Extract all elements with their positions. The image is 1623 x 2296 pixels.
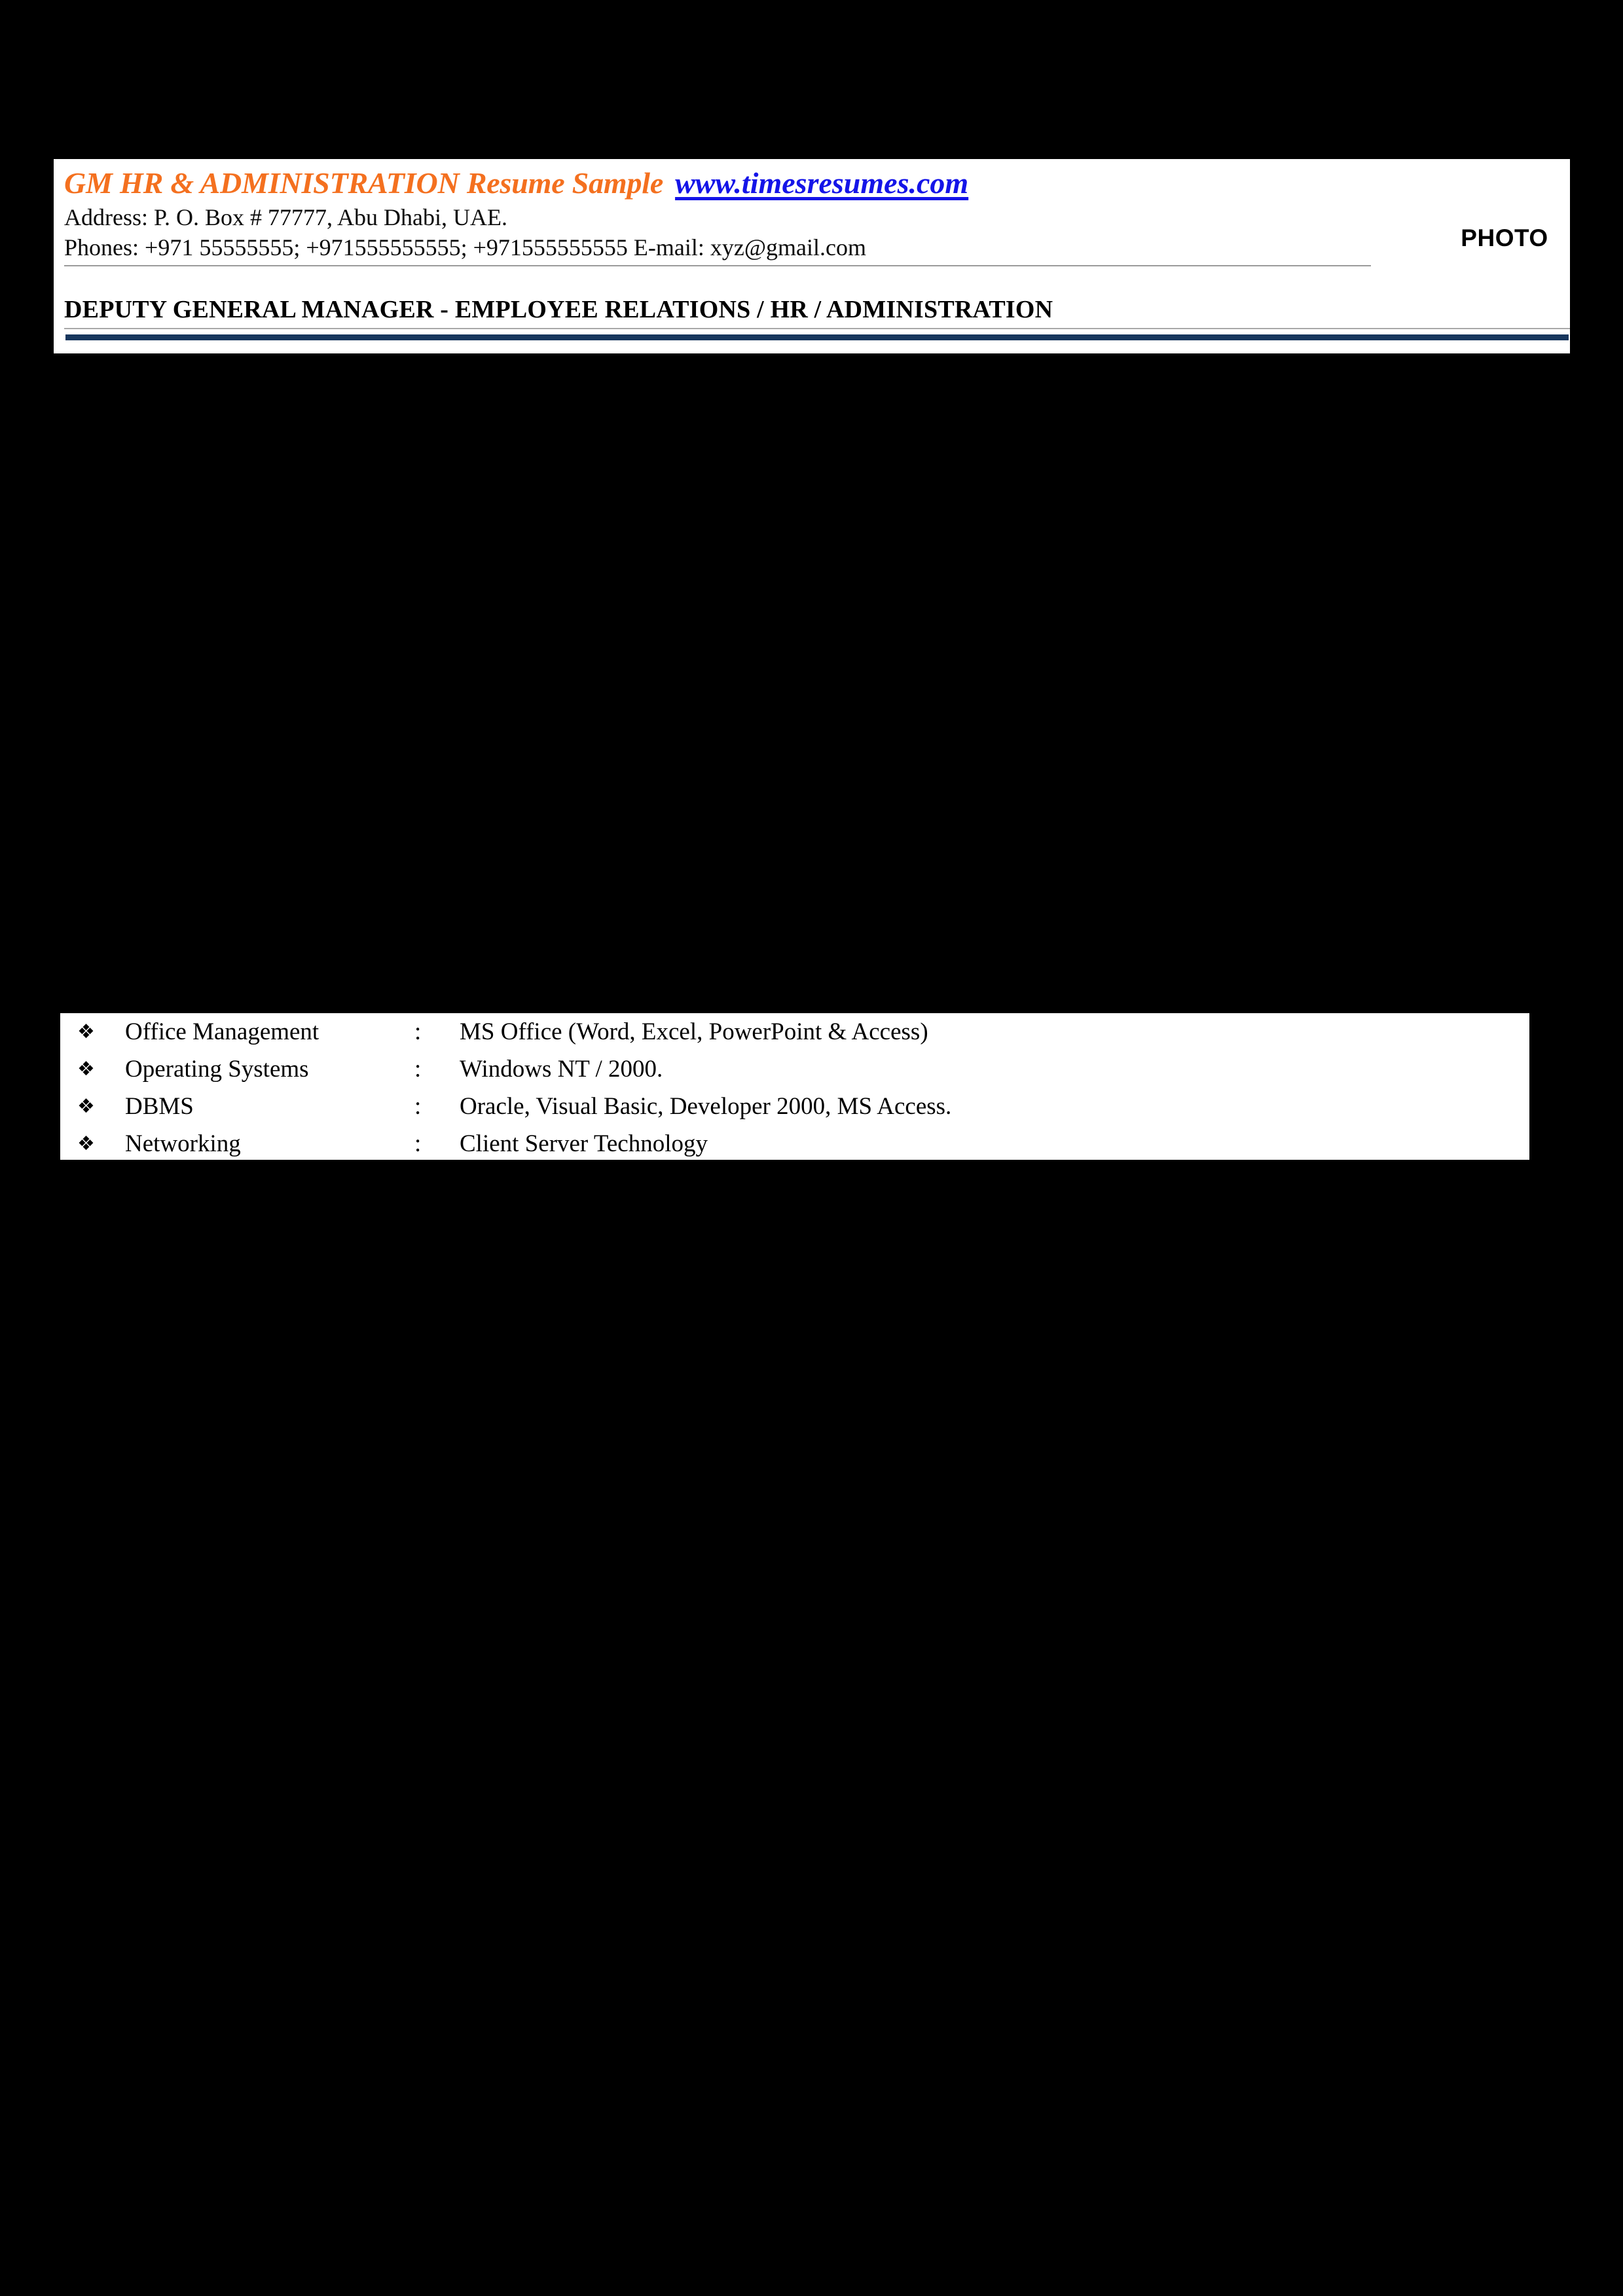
page-title: GM HR & ADMINISTRATION Resume Sample [64,166,664,200]
title-row: GM HR & ADMINISTRATION Resume Sample www.… [64,166,968,200]
skills-table-body: ❖ Office Management : MS Office (Word, E… [60,1013,952,1162]
header-divider-accent [65,334,1569,340]
skill-separator: : [414,1130,422,1157]
skill-separator: : [414,1018,422,1045]
diamond-bullet-icon: ❖ [77,1132,95,1155]
skill-separator: : [414,1093,422,1120]
diamond-bullet-icon: ❖ [77,1020,95,1043]
table-row: ❖ Office Management : MS Office (Word, E… [60,1013,952,1050]
table-row: ❖ DBMS : Oracle, Visual Basic, Developer… [60,1088,952,1125]
diamond-bullet-icon: ❖ [77,1058,95,1081]
website-link[interactable]: www.timesresumes.com [675,166,968,200]
diamond-bullet-icon: ❖ [77,1095,95,1118]
skill-value: Oracle, Visual Basic, Developer 2000, MS… [460,1093,952,1120]
skill-value: Client Server Technology [460,1130,708,1157]
header-inner: GM HR & ADMINISTRATION Resume Sample www.… [64,159,1570,353]
skill-separator: : [414,1056,422,1083]
skill-label: Office Management [125,1018,319,1045]
job-title-heading: DEPUTY GENERAL MANAGER - EMPLOYEE RELATI… [64,296,1053,323]
skill-label: Operating Systems [125,1056,309,1083]
address-line: Address: P. O. Box # 77777, Abu Dhabi, U… [64,204,508,230]
contact-divider [64,265,1371,266]
table-row: ❖ Networking : Client Server Technology [60,1125,952,1162]
resume-header-block: GM HR & ADMINISTRATION Resume Sample www.… [54,159,1570,353]
skill-label: DBMS [125,1093,194,1120]
header-divider-thin [64,328,1570,329]
table-row: ❖ Operating Systems : Windows NT / 2000. [60,1050,952,1088]
skill-value: Windows NT / 2000. [460,1056,663,1083]
skills-table: ❖ Office Management : MS Office (Word, E… [60,1013,952,1162]
skill-value: MS Office (Word, Excel, PowerPoint & Acc… [460,1018,928,1045]
phones-email-line: Phones: +971 55555555; +971555555555; +9… [64,234,866,260]
technical-skills-block: ❖ Office Management : MS Office (Word, E… [60,1013,1529,1160]
photo-placeholder: PHOTO [1461,224,1548,251]
skill-label: Networking [125,1130,241,1157]
